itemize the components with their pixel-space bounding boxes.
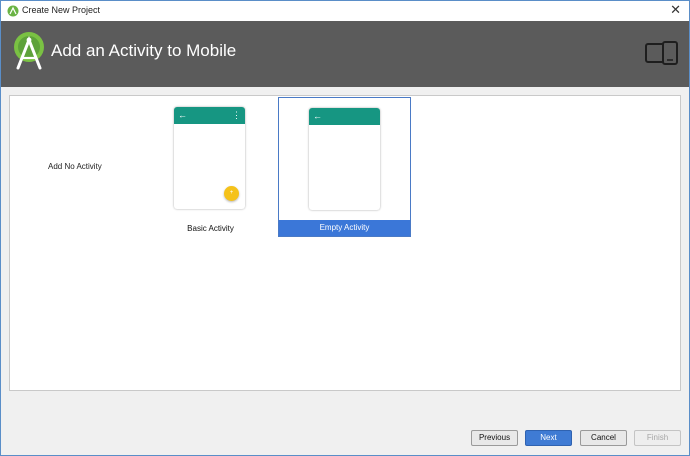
title-bar: Create New Project ✕ (1, 1, 689, 21)
activity-gallery: Add No Activity ← ⋮ + Basic Activity ← E… (9, 95, 681, 391)
app-bar: ← (309, 108, 380, 125)
close-icon[interactable]: ✕ (670, 3, 681, 17)
app-bar: ← ⋮ (174, 107, 245, 124)
window-title: Create New Project (22, 5, 101, 15)
android-studio-icon (14, 32, 44, 70)
wizard-header: Add an Activity to Mobile (1, 21, 689, 87)
overflow-menu-icon: ⋮ (232, 110, 241, 120)
empty-activity-tile[interactable]: ← Empty Activity (278, 97, 411, 237)
cancel-button[interactable]: Cancel (580, 430, 627, 446)
phone-tablet-icon (645, 41, 678, 65)
finish-button: Finish (634, 430, 681, 446)
floating-action-button-icon: + (224, 186, 239, 201)
back-arrow-icon: ← (178, 110, 187, 120)
page-title: Add an Activity to Mobile (51, 41, 237, 60)
fab-plus-icon: + (229, 190, 234, 196)
basic-activity-label: Basic Activity (187, 224, 234, 233)
back-arrow-icon: ← (313, 111, 322, 121)
previous-button[interactable]: Previous (471, 430, 518, 446)
empty-activity-label: Empty Activity (279, 220, 410, 236)
add-no-activity-option[interactable]: Add No Activity (48, 162, 102, 171)
create-new-project-window: Create New Project ✕ Add an Activity to … (0, 0, 690, 456)
phone-preview: ← (309, 108, 380, 210)
basic-activity-tile[interactable]: ← ⋮ + Basic Activity (144, 97, 277, 237)
android-studio-small-icon (7, 5, 19, 17)
next-button[interactable]: Next (525, 430, 572, 446)
phone-preview: ← ⋮ + (174, 107, 245, 209)
